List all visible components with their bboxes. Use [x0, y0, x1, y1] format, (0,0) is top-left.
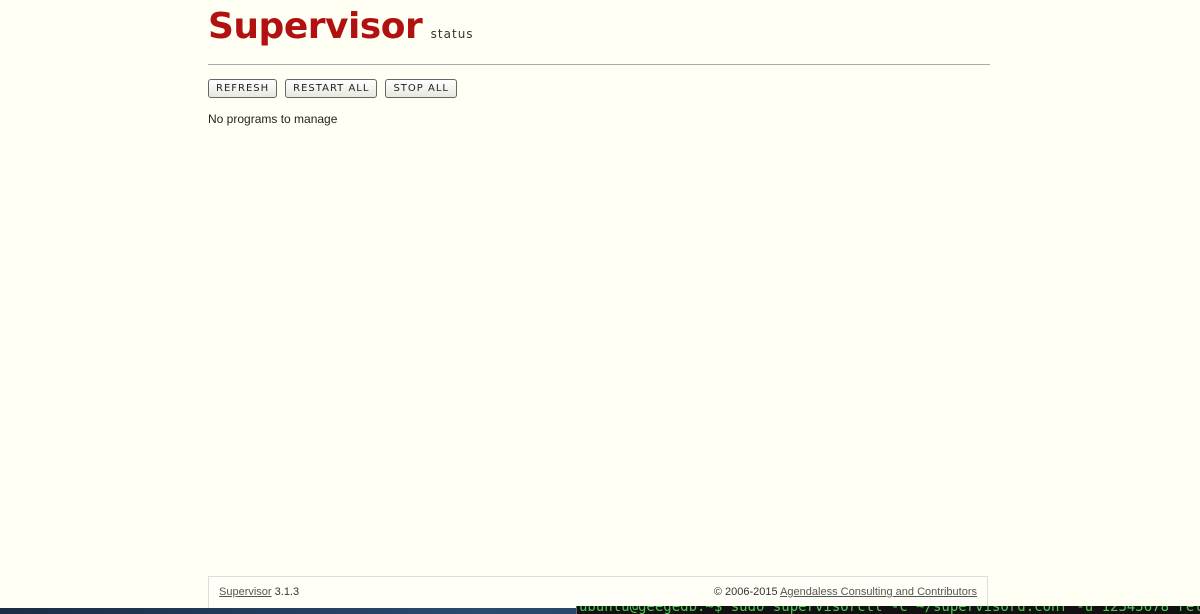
footer-copyright: © 2006-2015 Agendaless Consulting and Co…	[714, 586, 977, 598]
empty-state-message: No programs to manage	[208, 112, 338, 126]
terminal-command: ubuntu@geegedb:~$ sudo supervisorctl -c …	[579, 606, 1200, 614]
refresh-button[interactable]: Refresh	[208, 79, 278, 98]
footer: Supervisor 3.1.3 © 2006-2015 Agendaless …	[208, 576, 988, 608]
supervisor-logo: Supervisor status	[208, 6, 474, 54]
logo-title: Supervisor	[208, 6, 423, 47]
credits-link[interactable]: Agendaless Consulting and Contributors	[780, 586, 977, 598]
supervisor-link[interactable]: Supervisor	[219, 586, 272, 598]
footer-version: Supervisor 3.1.3	[219, 586, 299, 598]
logo-subtitle: status	[430, 27, 474, 41]
copyright-text: © 2006-2015	[713, 586, 778, 598]
stop-all-button[interactable]: Stop All	[385, 79, 457, 98]
version-number: 3.1.3	[274, 586, 300, 598]
action-toolbar: Refresh Restart All Stop All	[208, 79, 457, 98]
restart-all-button[interactable]: Restart All	[285, 79, 378, 98]
terminal-window[interactable]: ubuntu@geegedb:~$ sudo supervisorctl -c …	[576, 606, 1200, 614]
header-divider	[208, 64, 990, 65]
